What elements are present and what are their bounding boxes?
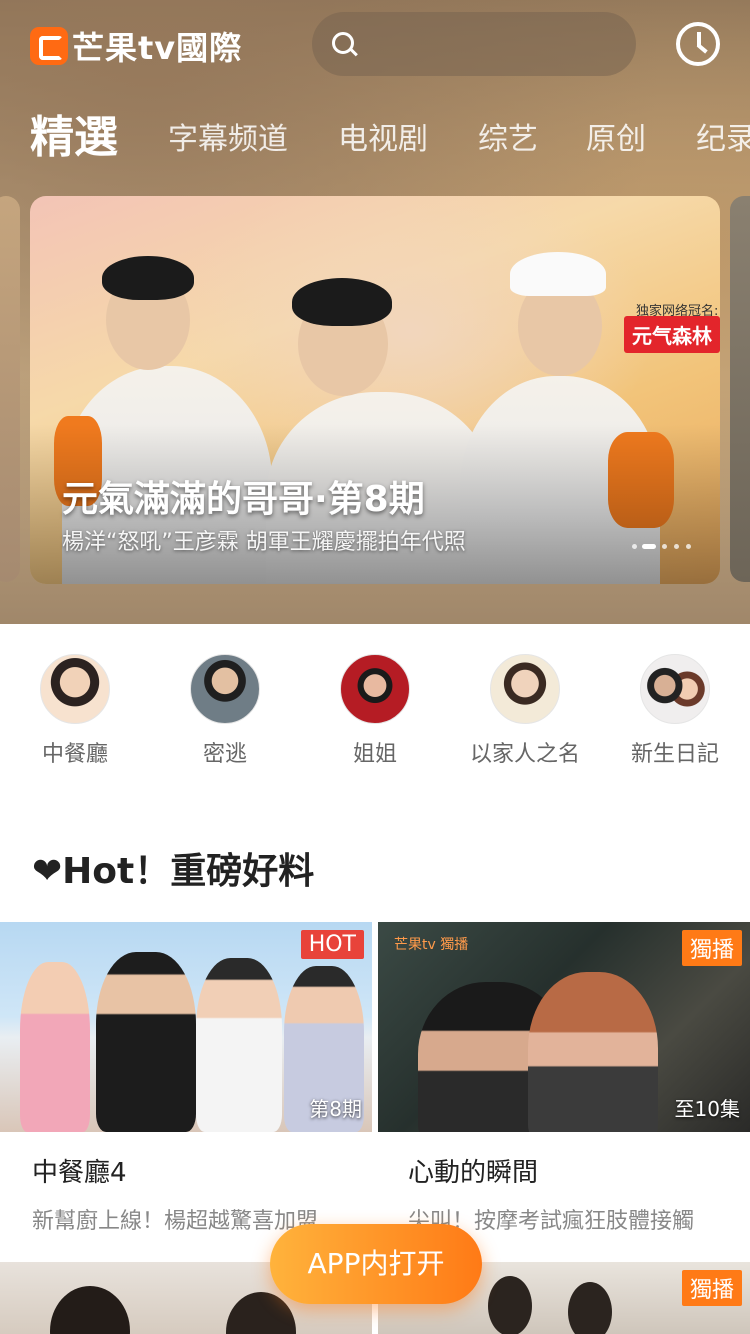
prev-banner-peek[interactable]: [0, 196, 20, 582]
video-thumbnail: 芒果tv 獨播 獨播 至10集: [378, 922, 750, 1132]
logo-text: 芒果tv國際: [72, 29, 243, 67]
shortcut-label: 密逃: [202, 742, 247, 767]
next-banner-peek[interactable]: [730, 196, 750, 582]
thumbnail-figure: [226, 1292, 296, 1334]
avatar: [190, 654, 260, 724]
banner-title: 元氣滿滿的哥哥·第8期: [62, 479, 425, 520]
tab-tv-series[interactable]: 电视剧: [338, 120, 428, 160]
shortcut-item[interactable]: 新生日記: [600, 654, 750, 768]
shortcut-item[interactable]: 以家人之名: [450, 654, 600, 768]
card-title: 中餐廳4: [32, 1158, 127, 1188]
channel-watermark: 芒果tv 獨播: [394, 937, 469, 953]
hot-badge: HOT: [300, 930, 364, 959]
banner-hair: [102, 256, 194, 300]
episode-label: 第8期: [309, 1097, 362, 1121]
search-box[interactable]: [312, 12, 636, 76]
channel-tabs: 精選 字幕频道 电视剧 综艺 原创 纪录: [0, 108, 750, 172]
carousel-dot[interactable]: [674, 544, 679, 549]
tab-subtitles[interactable]: 字幕频道: [168, 120, 288, 160]
episode-label: 至10集: [674, 1097, 740, 1121]
thumbnail-figure: [488, 1276, 532, 1334]
tab-original[interactable]: 原创: [586, 120, 646, 160]
video-thumbnail: HOT 第8期: [0, 922, 372, 1132]
clock-icon[interactable]: [676, 22, 720, 66]
carousel-dot[interactable]: [632, 544, 637, 549]
banner-slide[interactable]: 独家网络冠名: 元气森林 元氣滿滿的哥哥·第8期 楊洋“怒吼”王彦霖 胡軍王耀慶…: [30, 196, 720, 584]
top-bar: 芒果tv國際: [0, 0, 750, 90]
video-card[interactable]: 芒果tv 獨播 獨播 至10集 心動的瞬間 尖叫！按摩考試瘋狂肢體接觸: [378, 922, 750, 1235]
avatar: [340, 654, 410, 724]
tab-variety[interactable]: 综艺: [478, 120, 538, 160]
carousel-dot[interactable]: [686, 544, 691, 549]
video-card[interactable]: HOT 第8期 中餐廳4 新幫廚上線！楊超越驚喜加盟: [0, 922, 372, 1235]
shortcut-item[interactable]: 姐姐: [300, 654, 450, 768]
banner-cap: [510, 252, 606, 296]
avatar: [490, 654, 560, 724]
tab-documentary[interactable]: 纪录: [696, 120, 750, 160]
thumbnail-figure: [20, 962, 90, 1132]
banner-hair: [292, 278, 392, 326]
exclusive-badge: 獨播: [681, 1270, 742, 1306]
exclusive-badge: 獨播: [681, 930, 742, 966]
shortcut-label: 新生日記: [630, 742, 719, 767]
search-icon: [332, 32, 354, 54]
tab-featured[interactable]: 精選: [30, 112, 118, 164]
thumbnail-figure: [528, 972, 658, 1132]
thumbnail-figure: [50, 1286, 130, 1334]
shortcut-label: 以家人之名: [469, 742, 580, 767]
carousel-dot-active[interactable]: [642, 544, 656, 549]
open-in-app-button[interactable]: APP内打开: [270, 1224, 482, 1304]
mango-logo-icon: [30, 27, 68, 65]
shortcut-item[interactable]: 密逃: [150, 654, 300, 768]
card-title: 心動的瞬間: [408, 1158, 539, 1188]
shortcut-label: 姐姐: [352, 742, 397, 767]
section-title: ❤Hot！重磅好料: [32, 851, 315, 892]
avatar: [40, 654, 110, 724]
thumbnail-figure: [196, 958, 282, 1132]
shortcut-row: 中餐廳 密逃 姐姐 以家人之名 新生日記: [0, 624, 750, 794]
thumbnail-figure: [568, 1282, 612, 1334]
avatar: [640, 654, 710, 724]
banner-subtitle: 楊洋“怒吼”王彦霖 胡軍王耀慶擺拍年代照: [62, 530, 466, 555]
thumbnail-figure: [96, 952, 196, 1132]
shortcut-label: 中餐廳: [41, 742, 108, 767]
carousel-dot[interactable]: [662, 544, 667, 549]
sponsor-badge: 元气森林: [624, 316, 720, 353]
shortcut-item[interactable]: 中餐廳: [0, 654, 150, 768]
app-logo[interactable]: 芒果tv國際: [30, 24, 242, 68]
